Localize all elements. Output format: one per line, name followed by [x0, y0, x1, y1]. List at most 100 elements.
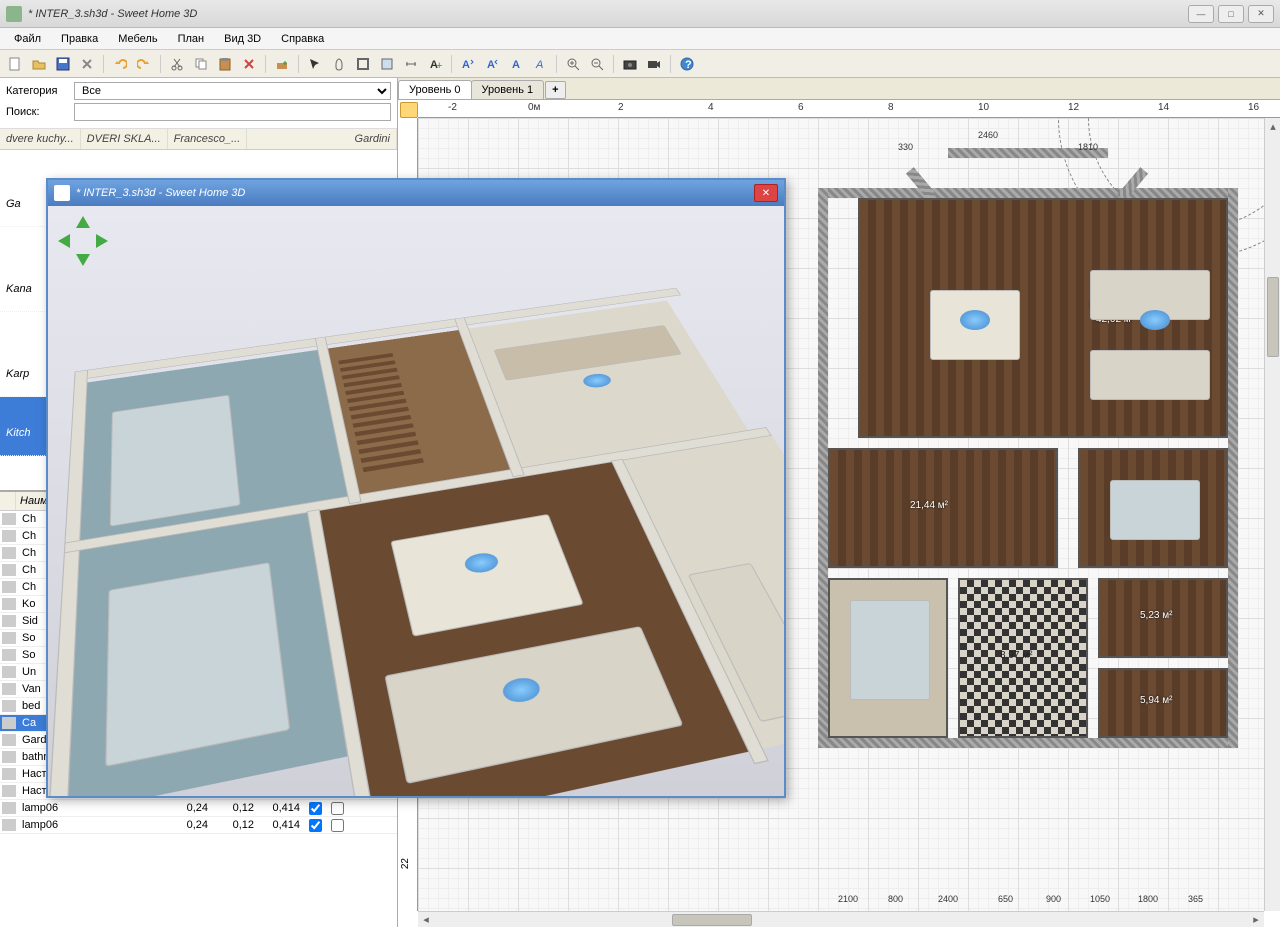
menu-plan[interactable]: План [168, 31, 215, 47]
help-icon[interactable]: ? [676, 53, 698, 75]
table-row[interactable]: lamp060,240,120,414 [0, 817, 397, 834]
nav-up-icon[interactable] [76, 216, 90, 228]
row-icon [2, 819, 16, 831]
pan-icon[interactable] [328, 53, 350, 75]
video-icon[interactable] [643, 53, 665, 75]
redo-icon[interactable] [133, 53, 155, 75]
catalog-col-1[interactable]: dvere kuchy... [0, 129, 81, 149]
room-523[interactable]: 5,23 м² [1098, 578, 1228, 658]
svg-text:A: A [462, 59, 470, 71]
undo-icon[interactable] [109, 53, 131, 75]
cell-n3: 0,414 [258, 819, 304, 831]
select-icon[interactable] [304, 53, 326, 75]
room-857[interactable]: 8,57 м² [1078, 448, 1228, 568]
ruler-mark: 8 [888, 102, 894, 113]
minimize-button[interactable]: — [1188, 5, 1214, 23]
row-icon [2, 683, 16, 695]
lock-icon[interactable] [400, 102, 418, 118]
nav-right-icon[interactable] [96, 234, 108, 248]
row-icon [2, 734, 16, 746]
text-italic-icon[interactable]: A [529, 53, 551, 75]
dimension-label: 1050 [1090, 894, 1110, 904]
scroll-up-icon[interactable]: ▴ [1265, 118, 1280, 134]
open-icon[interactable] [28, 53, 50, 75]
svg-text:+: + [436, 60, 442, 71]
scroll-right-icon[interactable]: ▸ [1248, 912, 1264, 927]
category-label: Категория [6, 85, 74, 97]
ruler-mark: 0м [528, 102, 540, 113]
menu-view3d[interactable]: Вид 3D [214, 31, 271, 47]
create-dimension-icon[interactable] [400, 53, 422, 75]
save-icon[interactable] [52, 53, 74, 75]
maximize-button[interactable]: □ [1218, 5, 1244, 23]
scroll-left-icon[interactable]: ◂ [418, 912, 434, 927]
room-16[interactable]: 16,01 м² [828, 578, 948, 738]
row-icon [2, 564, 16, 576]
cut-icon[interactable] [166, 53, 188, 75]
catalog-col-3[interactable]: Francesco_... [168, 129, 248, 149]
menu-edit[interactable]: Правка [51, 31, 108, 47]
catalog-col-2[interactable]: DVERI SKLA... [81, 129, 168, 149]
text-bigger-icon[interactable]: A [457, 53, 479, 75]
visible-checkbox[interactable] [309, 819, 322, 832]
photo-icon[interactable] [619, 53, 641, 75]
view3d-window[interactable]: * INTER_3.sh3d - Sweet Home 3D ✕ [46, 178, 786, 798]
ruler-mark: 22 [400, 858, 411, 869]
menu-file[interactable]: Файл [4, 31, 51, 47]
view3d-close-button[interactable]: ✕ [754, 184, 778, 202]
cell-n1: 0,24 [166, 819, 212, 831]
room-897[interactable]: 8,97 м² [958, 578, 1088, 738]
room-594[interactable]: 5,94 м² [1098, 668, 1228, 738]
delete-icon[interactable] [238, 53, 260, 75]
room-area: 5,23 м² [1140, 610, 1172, 621]
preferences-icon[interactable] [76, 53, 98, 75]
text-smaller-icon[interactable]: A [481, 53, 503, 75]
visible-checkbox[interactable] [309, 802, 322, 815]
text-bold-icon[interactable]: A [505, 53, 527, 75]
room-21[interactable]: 21,44 м² [828, 448, 1058, 568]
row-icon [2, 615, 16, 627]
add-furniture-icon[interactable] [271, 53, 293, 75]
zoom-out-icon[interactable] [586, 53, 608, 75]
zoom-in-icon[interactable] [562, 53, 584, 75]
search-label: Поиск: [6, 106, 74, 118]
catalog-col-4[interactable]: Gardini [247, 129, 397, 149]
close-button[interactable]: ✕ [1248, 5, 1274, 23]
row-icon [2, 666, 16, 678]
menu-furniture[interactable]: Мебель [108, 31, 167, 47]
view3d-canvas[interactable] [48, 206, 784, 796]
cell-n1: 0,24 [166, 802, 212, 814]
h-scroll-thumb[interactable] [672, 914, 752, 926]
category-select[interactable]: Все [74, 82, 391, 100]
nav-down-icon[interactable] [76, 254, 90, 266]
dimension-label: 650 [998, 894, 1013, 904]
dimension-label: 800 [888, 894, 903, 904]
level-tab-0[interactable]: Уровень 0 [398, 80, 472, 99]
movable-checkbox[interactable] [331, 802, 344, 815]
dimension-label: 2400 [938, 894, 958, 904]
create-room-icon[interactable] [376, 53, 398, 75]
search-input[interactable] [74, 103, 391, 121]
h-scrollbar[interactable]: ◂ ▸ [418, 911, 1264, 927]
view3d-titlebar[interactable]: * INTER_3.sh3d - Sweet Home 3D ✕ [48, 180, 784, 206]
add-level-button[interactable]: + [545, 81, 565, 99]
row-icon [2, 649, 16, 661]
room-living[interactable]: Гостиная 42,02 м² [858, 198, 1228, 438]
row-icon [2, 513, 16, 525]
dimension-label: 900 [1046, 894, 1061, 904]
movable-checkbox[interactable] [331, 819, 344, 832]
row-icon [2, 598, 16, 610]
paste-icon[interactable] [214, 53, 236, 75]
cell-n2: 0,12 [212, 802, 258, 814]
table-row[interactable]: lamp060,240,120,414 [0, 800, 397, 817]
copy-icon[interactable] [190, 53, 212, 75]
new-icon[interactable] [4, 53, 26, 75]
row-icon [2, 802, 16, 814]
create-walls-icon[interactable] [352, 53, 374, 75]
nav-left-icon[interactable] [58, 234, 70, 248]
create-text-icon[interactable]: A+ [424, 53, 446, 75]
level-tab-1[interactable]: Уровень 1 [471, 80, 545, 99]
v-scrollbar[interactable]: ▴ [1264, 118, 1280, 911]
v-scroll-thumb[interactable] [1267, 277, 1279, 357]
menu-help[interactable]: Справка [271, 31, 334, 47]
